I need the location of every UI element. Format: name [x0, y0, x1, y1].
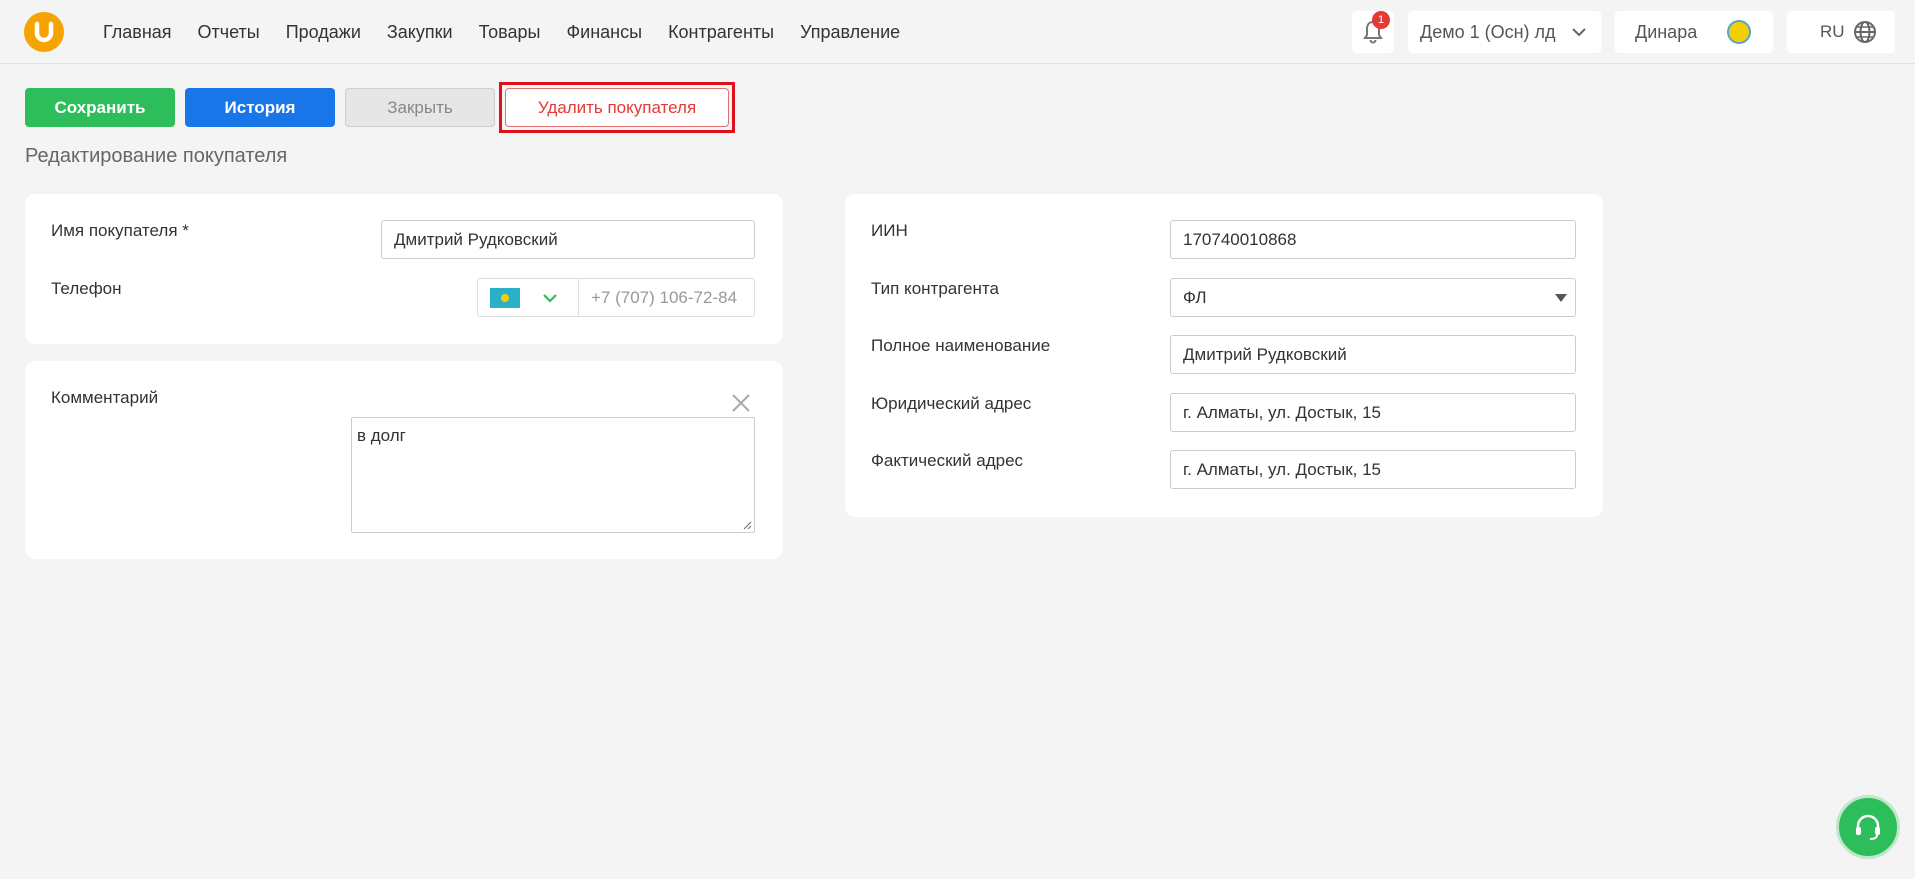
country-code-selector[interactable] [478, 279, 579, 316]
select-arrow-icon [1555, 294, 1567, 302]
user-name: Динара [1635, 21, 1698, 42]
nav-item-sales[interactable]: Продажи [286, 22, 361, 43]
full-name-label: Полное наименование [871, 336, 1051, 355]
headset-icon [1856, 814, 1880, 840]
notification-badge: 1 [1372, 11, 1390, 29]
store-selector[interactable]: Демо 1 (Осн) лд [1408, 11, 1601, 53]
customer-name-label: Имя покупателя * [51, 221, 189, 240]
main-nav: Главная Отчеты Продажи Закупки Товары Фи… [90, 0, 913, 64]
store-selector-label: Демо 1 (Осн) лд [1420, 21, 1556, 42]
chevron-down-icon [1572, 28, 1586, 37]
nav-item-reports[interactable]: Отчеты [198, 22, 260, 43]
user-menu[interactable]: Динара [1615, 11, 1773, 53]
iin-input[interactable]: 170740010868 [1170, 220, 1576, 259]
phone-field: +7 (707) 106-72-84 [477, 278, 755, 317]
resize-handle-icon[interactable] [742, 520, 752, 530]
notifications-button[interactable]: 1 [1352, 11, 1394, 53]
customer-name-input[interactable]: Дмитрий Рудковский [381, 220, 755, 259]
nav-item-home[interactable]: Главная [103, 22, 172, 43]
support-chat-button[interactable] [1836, 795, 1900, 859]
comment-label: Комментарий [51, 388, 159, 407]
nav-item-counterparties[interactable]: Контрагенты [668, 22, 774, 43]
customer-details-card: ИИН 170740010868 Тип контрагента ФЛ Полн… [845, 194, 1603, 517]
counterparty-type-select[interactable]: ФЛ [1170, 278, 1576, 317]
save-button[interactable]: Сохранить [25, 88, 175, 127]
globe-icon [1854, 21, 1876, 43]
comment-text: в долг [357, 426, 406, 445]
nav-item-products[interactable]: Товары [479, 22, 541, 43]
full-name-input[interactable]: Дмитрий Рудковский [1170, 335, 1576, 374]
avatar-icon [1727, 20, 1751, 44]
top-bar: Главная Отчеты Продажи Закупки Товары Фи… [0, 0, 1915, 64]
iin-label: ИИН [871, 221, 908, 240]
comment-textarea[interactable]: в долг [351, 417, 755, 533]
chevron-down-icon [543, 293, 557, 303]
phone-input[interactable]: +7 (707) 106-72-84 [579, 279, 754, 316]
close-button[interactable]: Закрыть [345, 88, 495, 127]
delete-customer-button[interactable]: Удалить покупателя [505, 88, 729, 127]
actual-address-input[interactable]: г. Алматы, ул. Достык, 15 [1170, 450, 1576, 489]
legal-address-label: Юридический адрес [871, 394, 1032, 413]
phone-label: Телефон [51, 279, 122, 298]
logo-icon[interactable] [24, 12, 64, 52]
kz-flag-icon [490, 287, 520, 308]
history-button[interactable]: История [185, 88, 335, 127]
comment-card: Комментарий в долг [25, 361, 783, 559]
language-selector[interactable]: RU [1787, 11, 1895, 53]
nav-item-purchases[interactable]: Закупки [387, 22, 453, 43]
nav-item-finance[interactable]: Финансы [566, 22, 642, 43]
legal-address-input[interactable]: г. Алматы, ул. Достык, 15 [1170, 393, 1576, 432]
counterparty-type-label: Тип контрагента [871, 279, 999, 298]
counterparty-type-value: ФЛ [1183, 287, 1207, 307]
customer-main-card: Имя покупателя * Дмитрий Рудковский Теле… [25, 194, 783, 344]
language-label: RU [1820, 22, 1845, 41]
nav-item-management[interactable]: Управление [800, 22, 900, 43]
page-title: Редактирование покупателя [25, 145, 288, 167]
close-icon[interactable] [730, 392, 752, 414]
actual-address-label: Фактический адрес [871, 451, 1024, 470]
